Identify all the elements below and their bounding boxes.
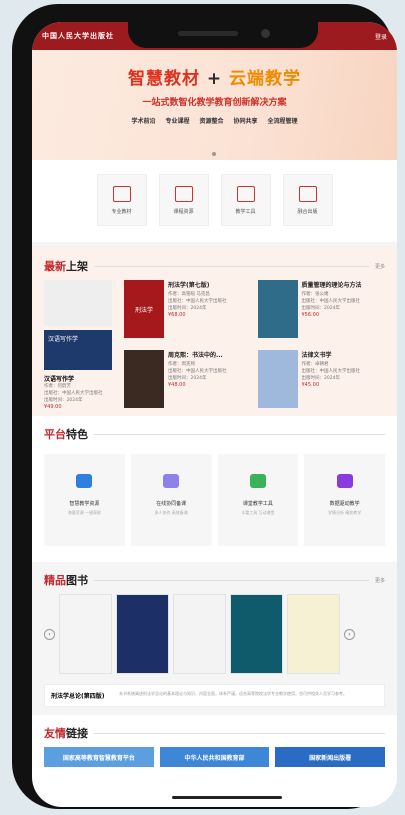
featured-title: 汉语写作学 (44, 376, 75, 383)
feature-icon (336, 474, 353, 488)
book-card[interactable]: 刑法学 刑法学(第七版) 作者：高铭暄 马克昌 出版社：中国人民大学出版社 出版时间… (124, 280, 252, 340)
featured-books-section: 精品图书 更多 ‹ › 刑法学总论(第四版) 本书系统阐述刑法学总论的基本理论与知识… (32, 562, 397, 715)
book-cover (257, 280, 298, 338)
screen: 中国人民大学出版社 登录 智慧教材 + 云端教学 一站式数智化教学教育创新解决方… (32, 22, 397, 807)
banner-subtitle: 一站式数智化教学教育创新解决方案 (142, 98, 287, 108)
friend-link[interactable]: 中华人民共和国教育部 (159, 747, 270, 767)
monitor-icon (298, 185, 317, 202)
prev-arrow-icon[interactable]: ‹ (44, 628, 55, 640)
quick-link-publishing[interactable]: 融合出版 (282, 174, 333, 226)
section-title: 最新上架 (44, 260, 88, 273)
book-carousel: ‹ › (44, 594, 385, 674)
login-link[interactable]: 登录 (375, 32, 387, 41)
feature-card[interactable]: 在线协同备课 多人协作 高效备课 (130, 454, 212, 546)
book-cover[interactable] (116, 594, 169, 674)
banner-headline: 智慧教材 + 云端教学 (127, 69, 302, 89)
folder-icon (174, 185, 193, 202)
quick-link-tools[interactable]: 教学工具 (220, 174, 271, 226)
banner-tags: 学术前沿 专业课程 资源整合 协同共享 全流程管理 (131, 118, 298, 125)
tool-icon (236, 185, 255, 202)
phone-notch (128, 18, 318, 48)
book-cover[interactable] (59, 594, 112, 674)
book-title: 法律文书学 (301, 352, 332, 359)
hero-banner[interactable]: 智慧教材 + 云端教学 一站式数智化教学教育创新解决方案 学术前沿 专业课程 资源整… (32, 50, 397, 160)
book-info-name: 刑法学总论(第四版) (51, 693, 105, 700)
featured-book[interactable]: 汉语写作学 汉语写作学 作者：何蔚芳 出版社：中国人民大学出版社 出版时间：20… (44, 280, 116, 410)
quick-link-resources[interactable]: 课程资源 (158, 174, 209, 226)
book-title: 刑法学(第七版) (168, 282, 210, 289)
book-card[interactable]: 质量管理的理论与方法 作者：张公绪 出版社：中国人民大学出版社 出版时间：2024年… (257, 280, 386, 340)
book-card[interactable]: 法律文书学 作者：卓朝君 出版社：中国人民大学出版社 出版时间：2024年 ¥45.… (257, 350, 386, 410)
friend-links-section: 友情链接 国家高等教育智慧教育平台 中华人民共和国教育部 国家新闻出版署 (32, 715, 397, 777)
book-cover (124, 350, 164, 408)
book-grid: 刑法学 刑法学(第七版) 作者：高铭暄 马克昌 出版社：中国人民大学出版社 出版时间… (124, 280, 385, 410)
carousel-indicator[interactable] (212, 152, 216, 156)
book-info-desc: 本书系统阐述刑法学总论的基本理论与知识，内容全面，体系严谨，适合高等院校法学专业… (119, 691, 347, 696)
book-cover (257, 350, 298, 408)
next-arrow-icon[interactable]: › (344, 628, 355, 640)
section-title: 精品图书 (44, 574, 88, 587)
book-icon (112, 185, 131, 202)
book-title: 质量管理的理论与方法 (301, 282, 362, 289)
book-cover[interactable] (287, 594, 340, 674)
feature-card[interactable]: 智慧教学资源 海量资源 一键获取 (44, 454, 125, 546)
more-link[interactable]: 更多 (375, 577, 385, 584)
book-card[interactable]: 周克熙：书法中的... 作者：周克熙 出版社：中国人民大学出版社 出版时间：2024… (124, 350, 252, 410)
more-link[interactable]: 更多 (375, 263, 385, 270)
feature-card[interactable]: 课堂教学工具 丰富工具 互动课堂 (217, 454, 299, 546)
book-cover[interactable] (173, 594, 226, 674)
book-cover[interactable] (230, 594, 283, 674)
platform-features-section: 平台特色 智慧教学资源 海量资源 一键获取 在线协同备课 多人协作 高效备课 课堂教… (32, 416, 397, 562)
friend-link[interactable]: 国家新闻出版署 (275, 747, 386, 767)
home-indicator[interactable] (172, 796, 282, 799)
camera-icon (261, 29, 270, 38)
book-cover: 刑法学 (124, 280, 164, 338)
feature-card[interactable]: 数据驱动教学 学情分析 精准教学 (304, 454, 385, 546)
friend-link[interactable]: 国家高等教育智慧教育平台 (44, 747, 154, 767)
featured-cover-top (44, 280, 112, 326)
quick-links: 专业教材 课程资源 教学工具 融合出版 (32, 160, 397, 248)
feature-icon (163, 474, 180, 488)
section-title: 友情链接 (44, 727, 88, 740)
quick-link-textbook[interactable]: 专业教材 (96, 174, 147, 226)
featured-cover: 汉语写作学 (44, 330, 112, 370)
phone-frame: 中国人民大学出版社 登录 智慧教材 + 云端教学 一站式数智化教学教育创新解决方… (12, 4, 397, 809)
new-arrivals-section: 最新上架 更多 汉语写作学 汉语写作学 作者：何蔚芳 出版社：中国人民大学出版社 … (32, 248, 397, 416)
section-title: 平台特色 (44, 428, 88, 441)
feature-icon (76, 474, 93, 488)
book-info-card[interactable]: 刑法学总论(第四版) 本书系统阐述刑法学总论的基本理论与知识，内容全面，体系严谨… (44, 684, 385, 707)
feature-icon (249, 474, 266, 488)
site-logo[interactable]: 中国人民大学出版社 (42, 31, 114, 41)
book-title: 周克熙：书法中的... (168, 352, 223, 359)
